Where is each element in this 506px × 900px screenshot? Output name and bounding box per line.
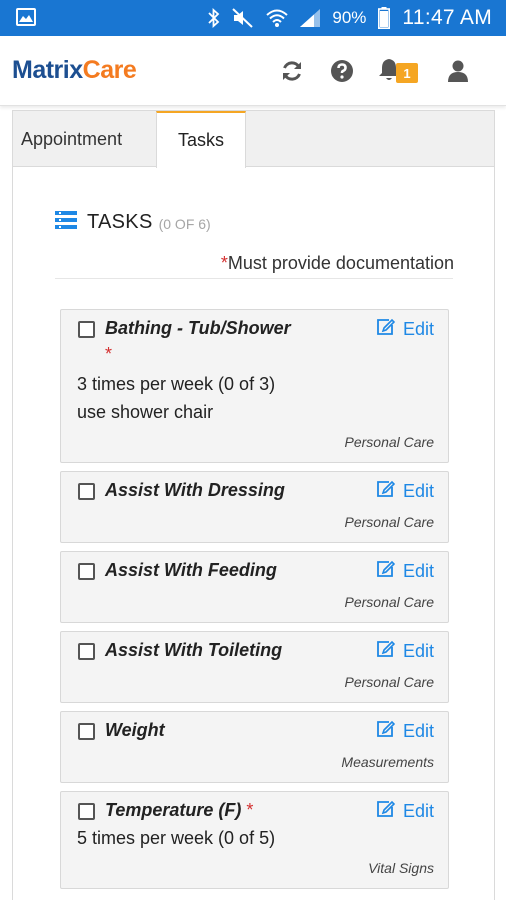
required-marker: *	[246, 800, 254, 820]
notification-count-badge: 1	[396, 63, 418, 83]
task-checkbox[interactable]	[78, 723, 95, 740]
task-frequency: 3 times per week (0 of 3)	[77, 374, 276, 394]
task-checkbox[interactable]	[78, 563, 95, 580]
edit-button[interactable]: Edit	[376, 480, 434, 502]
task-name: Assist With Toileting	[105, 640, 283, 660]
tasks-title: TASKS	[87, 211, 153, 233]
user-profile-icon[interactable]	[444, 57, 472, 85]
edit-icon	[376, 640, 396, 662]
notifications-button[interactable]: 1	[378, 57, 422, 85]
task-card: Bathing - Tub/Shower * Edit 3 times per …	[60, 309, 449, 463]
task-category: Personal Care	[344, 674, 435, 690]
edit-icon	[376, 560, 396, 582]
task-note: use shower chair	[77, 402, 214, 422]
task-category: Measurements	[341, 754, 434, 770]
edit-icon	[376, 318, 396, 340]
app-header: MatrixCare 1	[0, 36, 506, 106]
task-card: Assist With Toileting Edit Personal Care	[60, 631, 449, 703]
status-bar: 90% 11:47 AM	[0, 0, 506, 36]
edit-button[interactable]: Edit	[376, 560, 434, 582]
appointment-panel: Appointment Tasks TASKS (0 OF 6) *Must p…	[12, 110, 495, 900]
task-name: Assist With Dressing	[105, 480, 285, 500]
task-checkbox[interactable]	[78, 483, 95, 500]
required-marker: *	[105, 344, 113, 364]
edit-button[interactable]: Edit	[376, 800, 434, 822]
required-note: *Must provide documentation	[220, 253, 454, 273]
tab-bar: Appointment Tasks	[13, 111, 494, 168]
task-name: Weight	[105, 720, 165, 740]
battery-percent: 90%	[332, 8, 367, 27]
wifi-icon	[266, 8, 289, 28]
tasks-count: (0 OF 6)	[158, 216, 211, 232]
edit-button[interactable]: Edit	[376, 720, 434, 742]
bluetooth-icon	[208, 8, 220, 28]
task-name: Assist With Feeding	[105, 560, 277, 580]
task-category: Vital Signs	[368, 860, 434, 876]
tasks-list-icon	[55, 211, 77, 234]
tasks-header: TASKS (0 OF 6)	[55, 211, 211, 234]
edit-button[interactable]: Edit	[376, 640, 434, 662]
battery-icon	[378, 7, 391, 29]
task-checkbox[interactable]	[78, 321, 95, 338]
edit-icon	[376, 480, 396, 502]
refresh-icon[interactable]	[278, 57, 306, 85]
help-icon[interactable]	[328, 57, 356, 85]
task-category: Personal Care	[344, 594, 435, 610]
task-name: Bathing - Tub/Shower	[105, 318, 291, 338]
task-card: Temperature (F) * Edit 5 times per week …	[60, 791, 449, 889]
matrixcare-logo: MatrixCare	[12, 56, 137, 84]
clock: 11:47 AM	[402, 6, 492, 29]
mute-icon	[232, 8, 254, 28]
task-checkbox[interactable]	[78, 803, 95, 820]
task-card: Assist With Feeding Edit Personal Care	[60, 551, 449, 623]
edit-icon	[376, 800, 396, 822]
tab-appointment[interactable]: Appointment	[13, 111, 156, 167]
task-frequency: 5 times per week (0 of 5)	[77, 828, 276, 848]
task-card: Weight Edit Measurements	[60, 711, 449, 783]
edit-button[interactable]: Edit	[376, 318, 434, 340]
task-name: Temperature (F) *	[105, 800, 254, 820]
edit-icon	[376, 720, 396, 742]
task-card: Assist With Dressing Edit Personal Care	[60, 471, 449, 543]
gallery-notification-icon	[16, 8, 36, 26]
task-checkbox[interactable]	[78, 643, 95, 660]
task-category: Personal Care	[344, 434, 435, 450]
tab-tasks[interactable]: Tasks	[156, 111, 246, 168]
divider	[55, 278, 453, 279]
task-category: Personal Care	[344, 514, 435, 530]
signal-icon	[300, 9, 321, 27]
